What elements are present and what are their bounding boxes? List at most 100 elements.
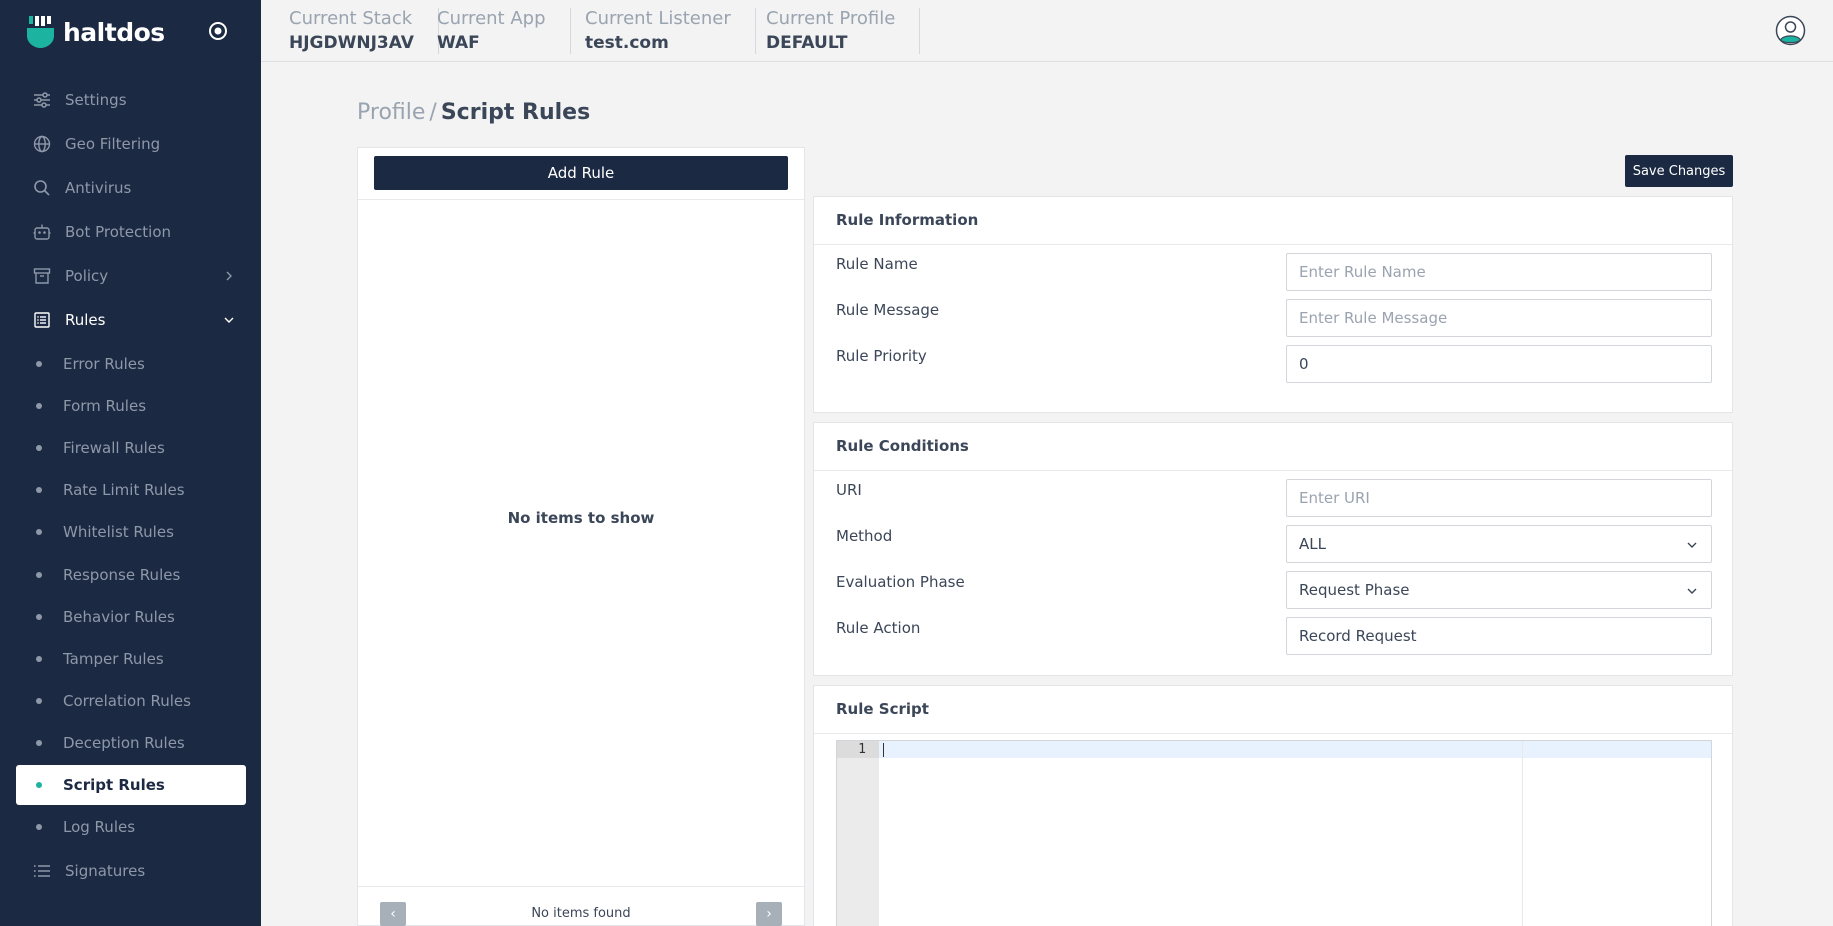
sidebar-subitem-tamper-rules[interactable]: Tamper Rules bbox=[16, 639, 246, 679]
sidebar-item-signatures[interactable]: Signatures bbox=[16, 851, 246, 891]
globe-icon bbox=[32, 135, 51, 154]
bullet-icon bbox=[36, 445, 42, 451]
list-box-icon bbox=[32, 311, 51, 330]
sidebar-subitem-log-rules[interactable]: Log Rules bbox=[16, 807, 246, 847]
bullet-icon bbox=[36, 529, 42, 535]
archive-icon bbox=[32, 267, 51, 286]
current-app-label: Current App bbox=[437, 8, 546, 29]
haltdos-logo-icon bbox=[27, 16, 54, 48]
sidebar-subitem-deception-rules[interactable]: Deception Rules bbox=[16, 723, 246, 763]
sidebar-item-antivirus[interactable]: Antivirus bbox=[16, 168, 246, 208]
sidebar-item-settings[interactable]: Settings bbox=[16, 80, 246, 120]
bullet-icon bbox=[36, 824, 42, 830]
sidebar-item-geo-filtering[interactable]: Geo Filtering bbox=[16, 124, 246, 164]
sidebar-toggle-icon[interactable] bbox=[208, 21, 228, 41]
evaluation-phase-value: Request Phase bbox=[1299, 581, 1410, 599]
divider bbox=[358, 886, 804, 887]
rule-priority-label: Rule Priority bbox=[836, 347, 927, 365]
chevron-down-icon bbox=[1687, 588, 1697, 594]
sidebar-item-label: Geo Filtering bbox=[65, 135, 161, 153]
sidebar-item-label: Bot Protection bbox=[65, 223, 172, 241]
current-profile[interactable]: Current Profile DEFAULT bbox=[766, 8, 921, 54]
brand-name: haltdos bbox=[63, 17, 165, 47]
sidebar-item-label: Antivirus bbox=[65, 179, 132, 197]
uri-input[interactable]: Enter URI bbox=[1286, 479, 1712, 517]
rule-name-input[interactable]: Enter Rule Name bbox=[1286, 253, 1712, 291]
sidebar-subitem-label: Rate Limit Rules bbox=[63, 481, 185, 499]
rule-priority-input[interactable]: 0 bbox=[1286, 345, 1712, 383]
evaluation-phase-select[interactable]: Request Phase bbox=[1286, 571, 1712, 609]
divider bbox=[358, 199, 804, 200]
breadcrumb-parent[interactable]: Profile bbox=[357, 100, 425, 125]
sidebar-subitem-label: Tamper Rules bbox=[63, 650, 164, 668]
sidebar: haltdos Settings Geo Filtering Antivirus bbox=[0, 0, 261, 926]
current-app[interactable]: Current App WAF bbox=[437, 8, 571, 54]
sidebar-subitem-behavior-rules[interactable]: Behavior Rules bbox=[16, 597, 246, 637]
sidebar-subitem-label: Error Rules bbox=[63, 355, 145, 373]
divider bbox=[814, 244, 1732, 245]
next-page-button[interactable]: › bbox=[756, 902, 782, 926]
brand[interactable]: haltdos bbox=[26, 14, 165, 50]
sidebar-item-policy[interactable]: Policy bbox=[16, 256, 246, 296]
editor-gutter bbox=[837, 741, 879, 926]
current-profile-label: Current Profile bbox=[766, 8, 896, 29]
bullet-icon bbox=[36, 740, 42, 746]
sidebar-subitem-error-rules[interactable]: Error Rules bbox=[16, 344, 246, 384]
sidebar-subitem-label: Whitelist Rules bbox=[63, 523, 174, 541]
current-listener[interactable]: Current Listener test.com bbox=[585, 8, 756, 54]
current-stack-label: Current Stack bbox=[289, 8, 413, 29]
rule-message-input[interactable]: Enter Rule Message bbox=[1286, 299, 1712, 337]
active-line-highlight bbox=[879, 741, 1711, 758]
sidebar-item-rules[interactable]: Rules bbox=[16, 300, 246, 340]
sidebar-item-bot-protection[interactable]: Bot Protection bbox=[16, 212, 246, 252]
current-stack-value: HJGDWNJ3AV bbox=[289, 33, 414, 53]
sidebar-subitem-script-rules[interactable]: Script Rules bbox=[16, 765, 246, 805]
sidebar-subitem-firewall-rules[interactable]: Firewall Rules bbox=[16, 428, 246, 468]
divider bbox=[814, 470, 1732, 471]
sidebar-subitem-label: Deception Rules bbox=[63, 734, 185, 752]
chevron-down-icon bbox=[1687, 542, 1697, 548]
current-listener-label: Current Listener bbox=[585, 8, 731, 29]
current-app-value: WAF bbox=[437, 33, 480, 53]
rules-list-panel: Add Rule No items to show ‹ No items fou… bbox=[357, 147, 805, 926]
sidebar-subitem-label: Response Rules bbox=[63, 566, 181, 584]
divider bbox=[814, 733, 1732, 734]
sidebar-subitem-correlation-rules[interactable]: Correlation Rules bbox=[16, 681, 246, 721]
method-label: Method bbox=[836, 527, 893, 545]
bullet-icon bbox=[36, 698, 42, 704]
rule-action-input[interactable]: Record Request bbox=[1286, 617, 1712, 655]
sidebar-item-label: Settings bbox=[65, 91, 127, 109]
breadcrumb-separator: / bbox=[429, 100, 437, 125]
save-changes-button[interactable]: Save Changes bbox=[1625, 155, 1733, 187]
sidebar-subitem-label: Firewall Rules bbox=[63, 439, 165, 457]
current-stack[interactable]: Current Stack HJGDWNJ3AV bbox=[289, 8, 439, 54]
bullet-icon bbox=[36, 572, 42, 578]
sidebar-item-label: Policy bbox=[65, 267, 109, 285]
script-editor[interactable]: 1 bbox=[836, 740, 1712, 926]
sidebar-subitem-form-rules[interactable]: Form Rules bbox=[16, 386, 246, 426]
sidebar-subitem-label: Script Rules bbox=[63, 776, 165, 794]
method-select[interactable]: ALL bbox=[1286, 525, 1712, 563]
robot-icon bbox=[32, 223, 51, 242]
card-title: Rule Information bbox=[836, 211, 979, 229]
sidebar-subitem-rate-limit-rules[interactable]: Rate Limit Rules bbox=[16, 470, 246, 510]
sidebar-subitem-whitelist-rules[interactable]: Whitelist Rules bbox=[16, 512, 246, 552]
list-icon bbox=[32, 862, 51, 881]
breadcrumb: Profile / Script Rules bbox=[357, 100, 590, 125]
chevron-down-icon bbox=[224, 317, 234, 323]
current-listener-value: test.com bbox=[585, 33, 669, 53]
sidebar-item-label: Signatures bbox=[65, 862, 146, 880]
topbar: Current Stack HJGDWNJ3AV Current App WAF… bbox=[261, 0, 1833, 62]
add-rule-button[interactable]: Add Rule bbox=[374, 156, 788, 190]
chevron-right-icon bbox=[226, 271, 232, 281]
bullet-icon bbox=[36, 656, 42, 662]
bullet-icon bbox=[36, 487, 42, 493]
sidebar-subitem-response-rules[interactable]: Response Rules bbox=[16, 555, 246, 595]
empty-state-text: No items to show bbox=[507, 509, 655, 527]
text-cursor bbox=[883, 743, 884, 757]
bullet-icon bbox=[36, 782, 42, 788]
user-avatar-icon[interactable] bbox=[1775, 15, 1806, 46]
current-profile-value: DEFAULT bbox=[766, 33, 848, 53]
rule-name-label: Rule Name bbox=[836, 255, 918, 273]
sidebar-item-label: Rules bbox=[65, 311, 106, 329]
